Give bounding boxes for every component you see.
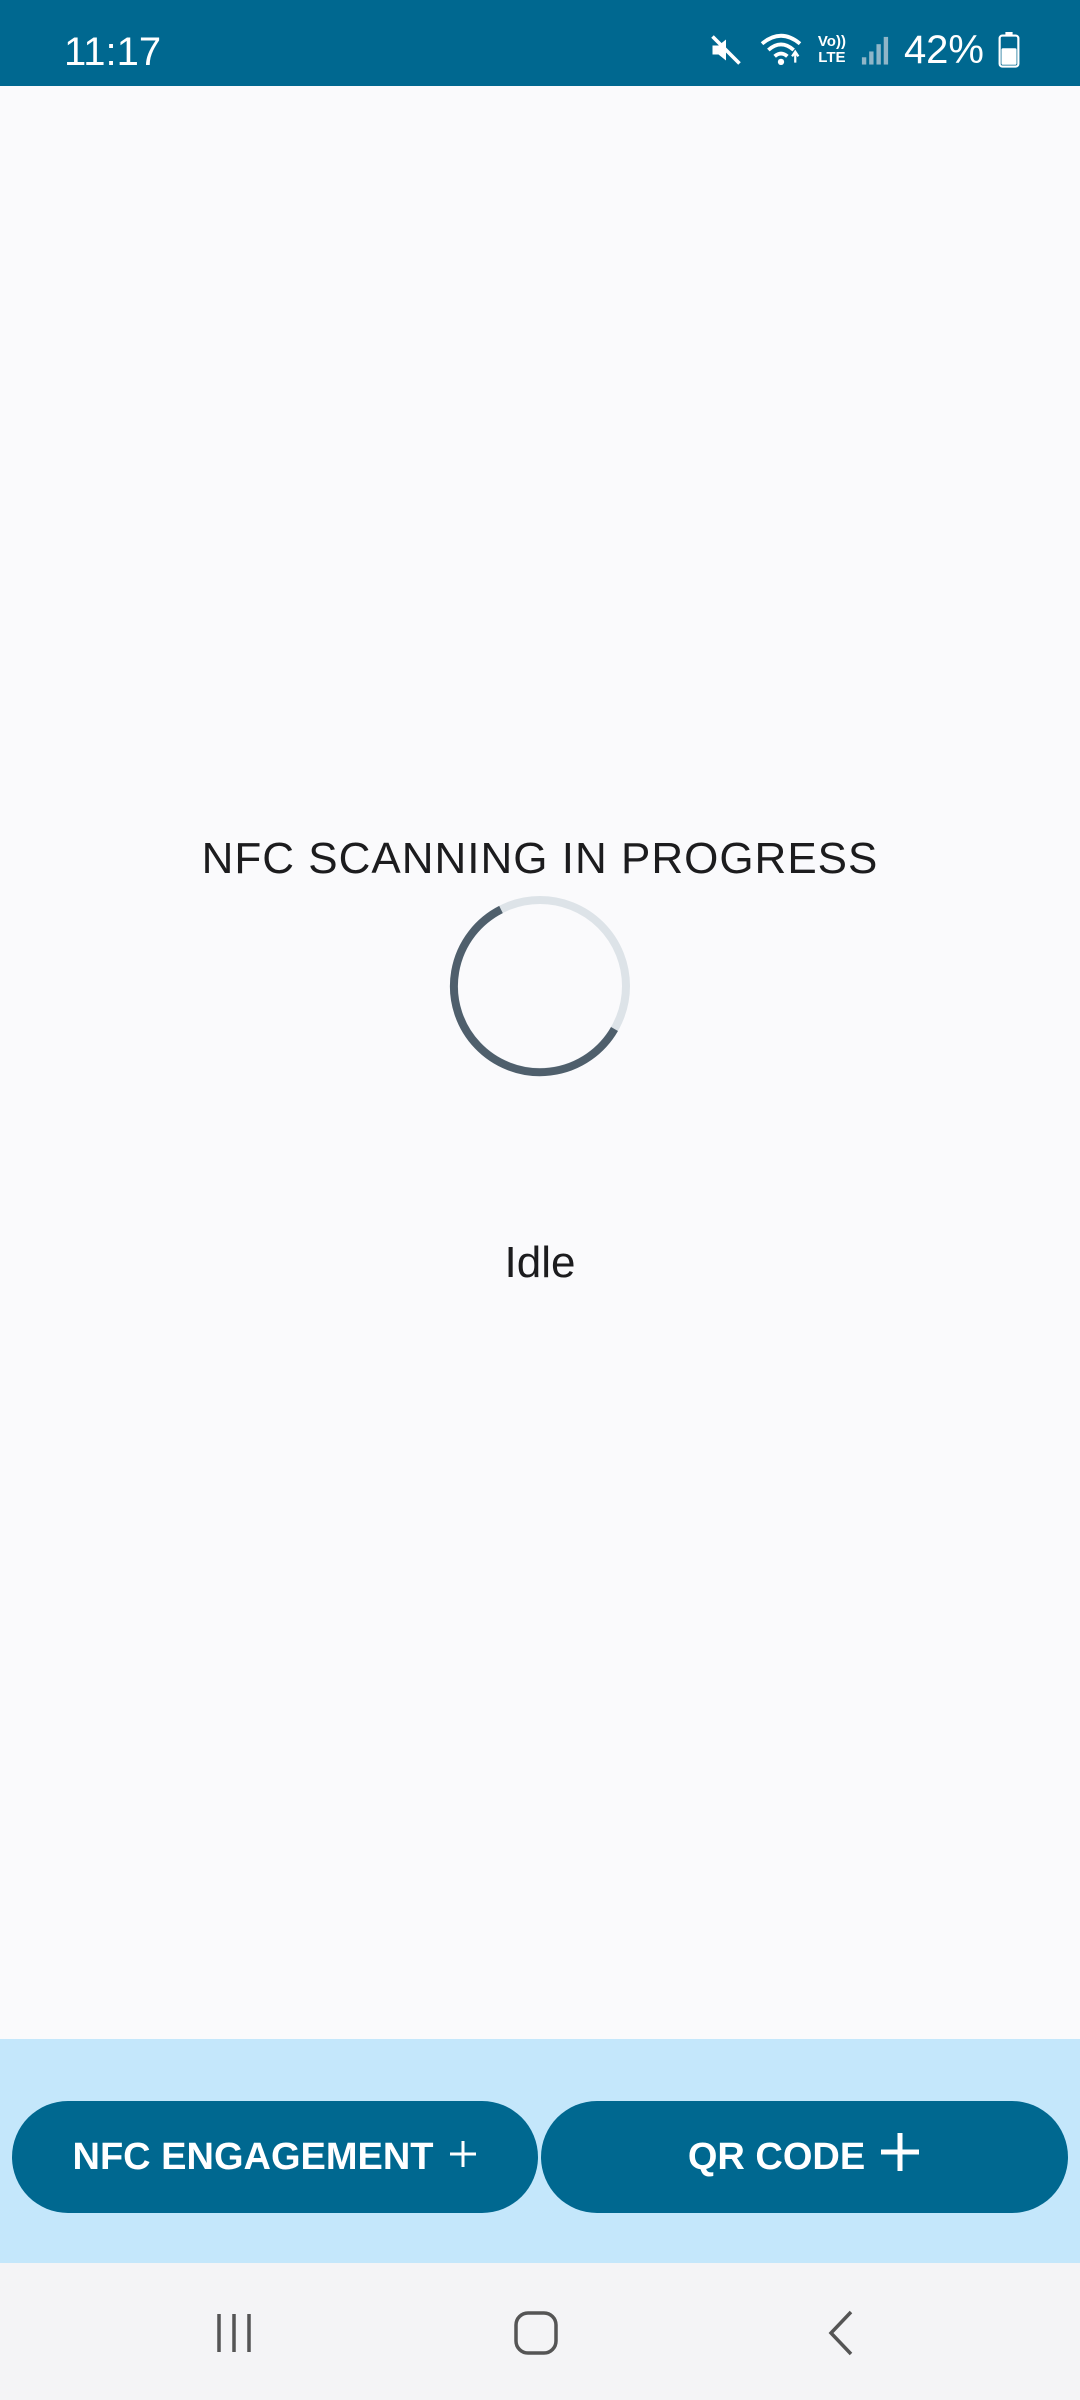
signal-icon — [860, 34, 890, 66]
main-content: NFC SCANNING IN PROGRESS Idle — [0, 86, 1080, 2039]
progress-spinner — [446, 892, 634, 1080]
home-icon[interactable] — [496, 2303, 576, 2363]
navigation-bar — [0, 2263, 1080, 2400]
mute-icon — [708, 32, 744, 68]
page-title: NFC SCANNING IN PROGRESS — [201, 834, 879, 883]
plus-icon — [879, 2131, 921, 2183]
wifi-icon — [758, 31, 804, 69]
battery-icon — [998, 32, 1020, 68]
nfc-engagement-button[interactable]: NFC ENGAGEMENT — [12, 2101, 538, 2213]
recents-icon[interactable] — [194, 2303, 274, 2363]
bottom-action-panel: NFC ENGAGEMENT QR CODE — [0, 2039, 1080, 2263]
volte-icon: Vo)) LTE — [817, 33, 846, 66]
battery-percent: 42% — [903, 27, 984, 72]
status-icons: Vo)) LTE 42% — [708, 28, 1020, 72]
qr-code-label: QR CODE — [687, 2135, 866, 2178]
status-time: 11:17 — [64, 30, 162, 74]
plus-icon — [448, 2136, 478, 2179]
status-bar: 11:17 Vo)) LTE 42% — [0, 0, 1080, 86]
nfc-engagement-label: NFC ENGAGEMENT — [72, 2135, 434, 2178]
scan-status: Idle — [504, 1238, 576, 1287]
back-icon[interactable] — [800, 2303, 880, 2363]
qr-code-button[interactable]: QR CODE — [541, 2101, 1068, 2213]
